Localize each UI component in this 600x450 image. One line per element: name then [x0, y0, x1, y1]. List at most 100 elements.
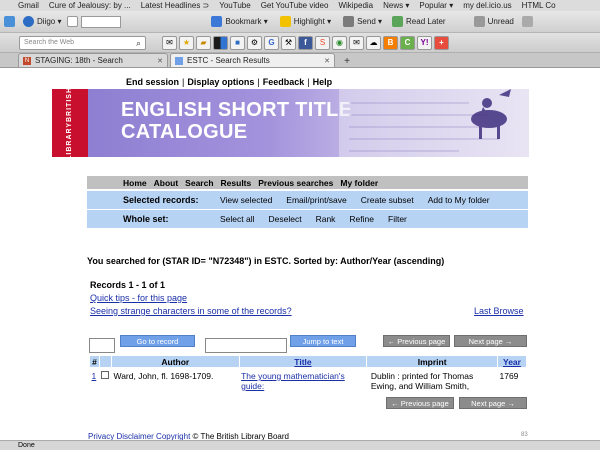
delicious-icon[interactable]	[213, 35, 228, 50]
unread-button[interactable]: Unread	[473, 16, 514, 27]
google-search-engine-button[interactable]	[67, 15, 122, 28]
stumbleupon-icon[interactable]: S	[315, 35, 330, 50]
bookmark-wikipedia[interactable]: Wikipedia	[338, 1, 373, 10]
record-checkbox[interactable]	[101, 371, 110, 379]
deselect-link[interactable]: Deselect	[269, 214, 302, 224]
refine-link[interactable]: Refine	[349, 214, 374, 224]
menu-results[interactable]: Results	[221, 178, 252, 188]
bookmark-latest-headlines[interactable]: Latest Headlines ⊃	[141, 1, 210, 10]
bookmark-news[interactable]: News ▾	[383, 1, 409, 10]
send-button[interactable]: Send ▾	[343, 16, 382, 27]
read-later-button[interactable]: Read Later	[392, 16, 446, 27]
blogger-icon[interactable]: B	[383, 35, 398, 50]
status-text: Done	[18, 442, 35, 449]
quick-tips-link[interactable]: Quick tips - for this page	[90, 293, 187, 303]
col-year-header[interactable]: Year	[496, 355, 528, 368]
search-icon[interactable]: ⌕	[136, 37, 141, 49]
facebook-icon[interactable]: f	[298, 35, 313, 50]
jump-to-text-input[interactable]	[205, 338, 287, 353]
row-year: 1769	[497, 367, 527, 394]
go-to-record-button[interactable]: Go to record	[120, 335, 195, 347]
folder-icon[interactable]: ▰	[196, 35, 211, 50]
send-icon	[343, 16, 355, 27]
create-subset-link[interactable]: Create subset	[361, 195, 414, 205]
diigo-icon[interactable]: ■	[230, 35, 245, 50]
footer-number: 83	[521, 432, 528, 438]
whole-set-row: Whole set: Select all Deselect Rank Refi…	[87, 210, 528, 228]
select-all-link[interactable]: Select all	[220, 214, 255, 224]
previous-page-button-bottom[interactable]: ← Previous page	[386, 397, 454, 409]
go-to-record-input[interactable]	[89, 338, 115, 353]
banner-title: ENGLISH SHORT TITLE CATALOGUE	[121, 99, 353, 143]
rank-link[interactable]: Rank	[316, 214, 336, 224]
close-icon[interactable]: ✕	[157, 57, 163, 65]
end-session-link[interactable]: End session	[126, 77, 179, 87]
table-row: 1 Ward, John, fl. 1698-1709. The young m…	[89, 367, 527, 394]
green-c-icon[interactable]: C	[400, 35, 415, 50]
bookmark-button[interactable]: Bookmark ▾	[211, 16, 268, 27]
last-browse-link[interactable]: Last Browse	[474, 306, 524, 316]
email-print-save-link[interactable]: Email/print/save	[286, 195, 346, 205]
star-icon[interactable]: ★	[179, 35, 194, 50]
email-icon[interactable]: ✉	[349, 35, 364, 50]
display-options-link[interactable]: Display options	[187, 77, 254, 87]
bookmarks-bar: Gmail Cure of Jealousy: by ... Latest He…	[0, 0, 600, 11]
view-selected-link[interactable]: View selected	[220, 195, 272, 205]
bookmark-popular[interactable]: Popular ▾	[419, 1, 453, 10]
bookmark-icon	[211, 16, 223, 27]
close-icon[interactable]: ✕	[324, 57, 330, 65]
google-g-icon[interactable]: G	[264, 35, 279, 50]
diigo-toolbar: Diigo ▾ Bookmark ▾ Highlight ▾ Send ▾ Re…	[0, 11, 600, 33]
highlight-button[interactable]: Highlight ▾	[279, 16, 331, 27]
gear-icon[interactable]: ⚙	[247, 35, 262, 50]
strange-characters-link[interactable]: Seeing strange characters in some of the…	[90, 306, 292, 316]
google-icon	[67, 16, 79, 27]
bookmark-cure-jealousy[interactable]: Cure of Jealousy: by ...	[49, 1, 131, 10]
col-imprint-header: Imprint	[366, 355, 498, 368]
feedback-link[interactable]: Feedback	[263, 77, 305, 87]
banner-illustration	[339, 89, 529, 157]
mail-icon[interactable]: ✉	[162, 35, 177, 50]
chat-icon[interactable]: ☁	[366, 35, 381, 50]
row-number[interactable]: 1	[89, 367, 100, 394]
previous-page-button-top[interactable]: ← Previous page	[383, 335, 450, 347]
bookmark-gmail[interactable]: Gmail	[18, 1, 39, 10]
jump-to-text-button[interactable]: Jump to text	[290, 335, 356, 347]
add-to-my-folder-link[interactable]: Add to My folder	[428, 195, 490, 205]
menu-previous-searches[interactable]: Previous searches	[258, 178, 333, 188]
row-title[interactable]: The young mathematician's guide:	[239, 367, 367, 394]
read-later-icon	[392, 16, 404, 27]
diigo-user-button[interactable]: Diigo ▾	[23, 16, 61, 27]
wrench-icon[interactable]: ⚒	[281, 35, 296, 50]
help-link[interactable]: Help	[313, 77, 333, 87]
plus-icon[interactable]: +	[434, 35, 449, 50]
tab-estc-results[interactable]: ESTC - Search Results ✕	[170, 53, 335, 67]
selected-records-row: Selected records: View selected Email/pr…	[87, 191, 528, 209]
col-author-header: Author	[110, 355, 240, 368]
menu-home[interactable]: Home	[123, 178, 147, 188]
col-title-header[interactable]: Title	[238, 355, 368, 368]
toolbar-menu-icon[interactable]	[521, 16, 533, 27]
main-menu-row: Home About Search Results Previous searc…	[87, 176, 528, 189]
tab-staging[interactable]: N STAGING: 18th - Search ✕	[18, 53, 168, 67]
menu-my-folder[interactable]: My folder	[340, 178, 378, 188]
bookmark-get-youtube-video[interactable]: Get YouTube video	[261, 1, 329, 10]
filter-link[interactable]: Filter	[388, 214, 407, 224]
next-page-button-top[interactable]: Next page →	[454, 335, 527, 347]
yahoo-icon[interactable]: Y!	[417, 35, 432, 50]
next-page-button-bottom[interactable]: Next page →	[459, 397, 527, 409]
menu-search[interactable]: Search	[185, 178, 213, 188]
diigo-logo-icon[interactable]	[4, 16, 15, 27]
diigo-search-field[interactable]	[81, 15, 122, 28]
records-count: Records 1 - 1 of 1	[90, 280, 166, 290]
share-icon[interactable]: ◉	[332, 35, 347, 50]
bookmark-html[interactable]: HTML Co	[522, 1, 556, 10]
bookmark-my-delicious[interactable]: my del.icio.us	[463, 1, 511, 10]
results-header-row: # Author Title Imprint Year	[89, 355, 528, 368]
menu-about[interactable]: About	[154, 178, 179, 188]
bookmark-youtube[interactable]: YouTube	[219, 1, 250, 10]
web-search-input[interactable]: Search the Web ⌕	[19, 35, 146, 50]
col-checkbox-header	[98, 355, 112, 368]
new-tab-button[interactable]: +	[340, 55, 354, 67]
tab-favicon-icon: N	[23, 56, 31, 65]
